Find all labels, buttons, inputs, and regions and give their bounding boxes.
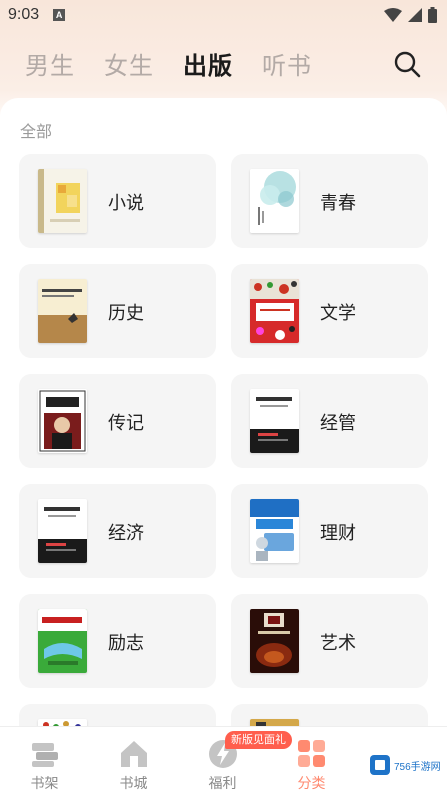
bookshelf-icon: [32, 743, 58, 767]
category-card-youth[interactable]: 青春: [231, 154, 428, 248]
category-label: 励志: [108, 633, 144, 654]
category-card-history[interactable]: 历史: [19, 264, 216, 358]
category-label: 艺术: [320, 633, 356, 654]
status-icons: [384, 7, 437, 23]
book-cover: [250, 719, 299, 726]
book-cover: [38, 719, 87, 726]
category-label: 经管: [320, 413, 356, 434]
tab-audiobooks[interactable]: 听书: [262, 46, 312, 81]
category-card-inspiration[interactable]: 励志: [19, 594, 216, 688]
tab-girls[interactable]: 女生: [104, 46, 154, 81]
tab-boys[interactable]: 男生: [25, 46, 75, 81]
nav-label: 书架: [30, 776, 59, 792]
nav-label: 分类: [297, 776, 326, 792]
section-title: 全部: [20, 122, 53, 141]
book-cover: [38, 169, 87, 233]
book-cover: [250, 499, 299, 563]
category-label: 小说: [108, 193, 144, 214]
book-cover: [250, 169, 299, 233]
category-label: 理财: [320, 523, 356, 544]
book-cover: [250, 389, 299, 453]
category-label: 传记: [108, 413, 144, 434]
book-cover: [38, 609, 87, 673]
book-cover: [250, 609, 299, 673]
watermark: 756手游网: [369, 752, 441, 778]
nav-label: 书城: [119, 776, 148, 792]
nav-bookshelf[interactable]: 书架: [0, 727, 89, 796]
status-bar: 9:03 A: [0, 0, 447, 30]
category-card-art[interactable]: 艺术: [231, 594, 428, 688]
store-icon: [121, 741, 147, 767]
watermark-logo-icon: [370, 755, 390, 775]
search-icon[interactable]: [393, 50, 421, 78]
category-label: 青春: [320, 193, 356, 214]
category-label: 经济: [108, 523, 144, 544]
category-card-literature[interactable]: 文学: [231, 264, 428, 358]
promo-badge[interactable]: 新版见面礼: [225, 731, 292, 749]
book-cover: [38, 499, 87, 563]
book-cover: [250, 279, 299, 343]
wifi-icon: [384, 8, 402, 22]
category-panel: 全部 小说 青春 历史 文学 传记 经管 经济 理财 励志 艺术: [0, 98, 447, 726]
signal-icon: [408, 8, 422, 22]
category-label: 文学: [320, 303, 356, 324]
notification-icon: A: [53, 9, 66, 21]
category-card-management[interactable]: 经管: [231, 374, 428, 468]
tab-publishing[interactable]: 出版: [183, 46, 233, 81]
book-cover: [38, 389, 87, 453]
category-card-partial[interactable]: [231, 704, 428, 726]
category-card-biography[interactable]: 传记: [19, 374, 216, 468]
battery-icon: [428, 7, 437, 23]
category-card-partial[interactable]: [19, 704, 216, 726]
top-tabs: 男生 女生 出版 听书: [0, 40, 447, 86]
status-time: 9:03: [8, 6, 40, 23]
category-label: 历史: [108, 303, 144, 324]
watermark-text: 756手游网: [394, 761, 441, 773]
nav-label: 福利: [208, 776, 237, 792]
category-card-finance[interactable]: 理财: [231, 484, 428, 578]
nav-bookstore[interactable]: 书城: [89, 727, 178, 796]
category-card-novel[interactable]: 小说: [19, 154, 216, 248]
category-card-economics[interactable]: 经济: [19, 484, 216, 578]
book-cover: [38, 279, 87, 343]
category-grid-icon: [298, 740, 325, 767]
